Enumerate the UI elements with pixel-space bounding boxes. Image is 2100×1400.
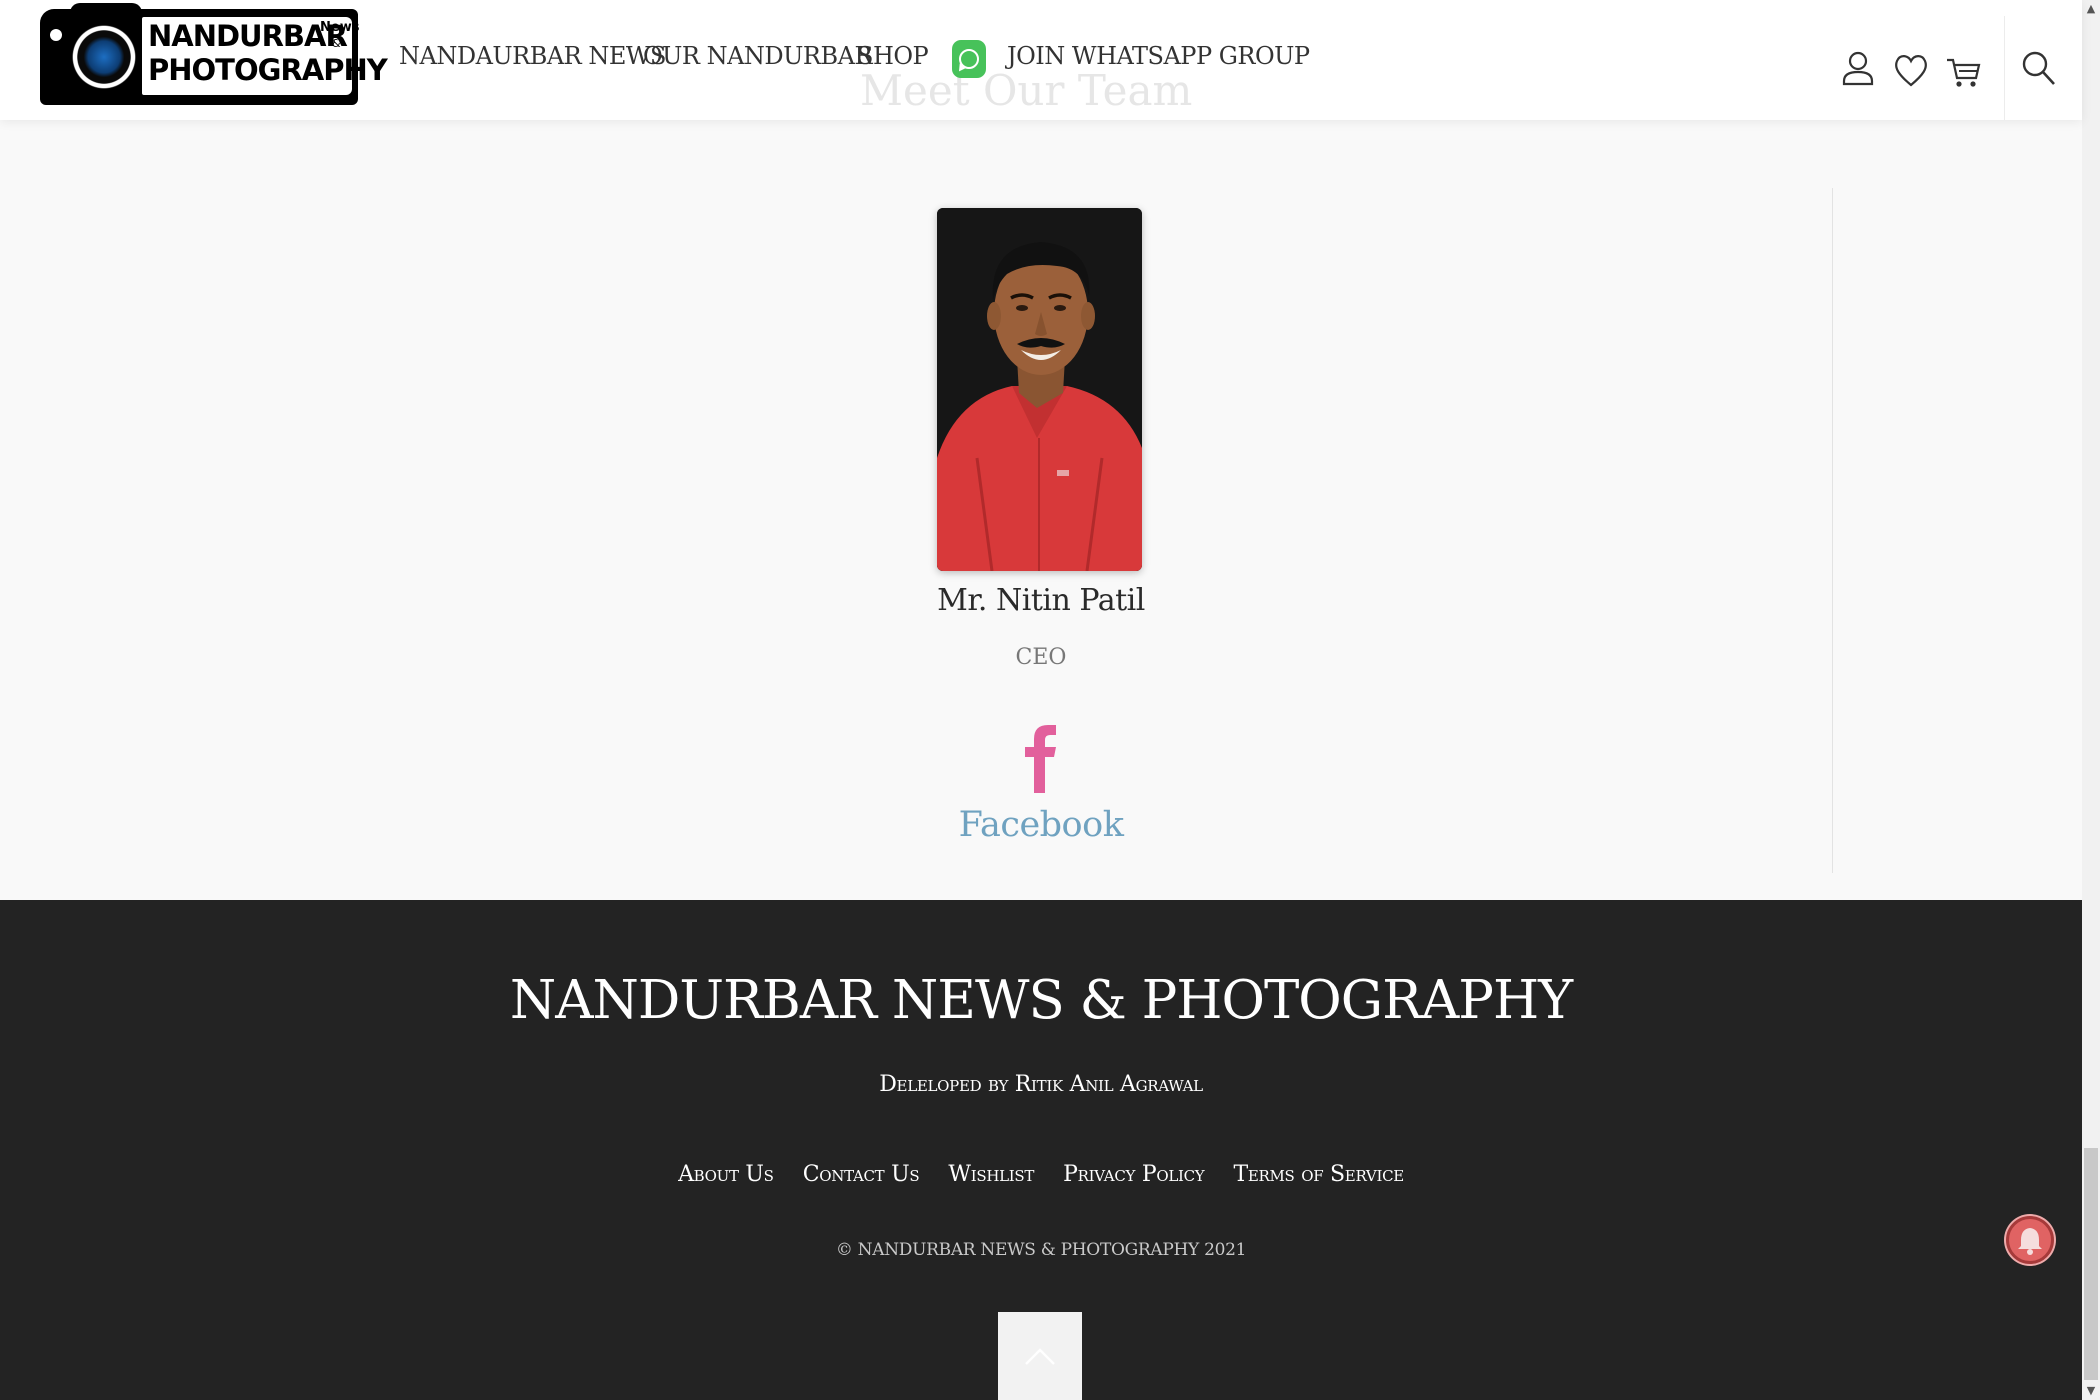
logo-news-tag: News	[320, 20, 360, 35]
footer-link-terms-of-service[interactable]: Terms of Service	[1233, 1162, 1404, 1187]
facebook-icon[interactable]	[1012, 723, 1068, 793]
site-logo[interactable]: NANDURBAR News & PHOTOGRAPHY	[40, 3, 388, 105]
nav-item-shop[interactable]: SHOP	[857, 42, 929, 70]
scroll-down-arrow-icon[interactable]: ▼	[2082, 1382, 2100, 1400]
chevron-up-icon	[1025, 1348, 1055, 1365]
footer-links: About Us Contact Us Wishlist Privacy Pol…	[0, 1162, 2082, 1187]
nav-item-nandurbar-news[interactable]: NANDAURBAR NEWS	[399, 42, 667, 70]
notification-bell-button[interactable]	[2006, 1216, 2054, 1264]
footer-link-about-us[interactable]: About Us	[678, 1162, 774, 1187]
member-role: CEO	[1015, 645, 1067, 670]
search-icon[interactable]	[2018, 48, 2058, 88]
heart-icon[interactable]	[1891, 50, 1931, 90]
scroll-up-arrow-icon[interactable]: ▲	[2082, 0, 2100, 18]
member-name: Mr. Nitin Patil	[937, 583, 1145, 618]
cart-icon[interactable]	[1944, 52, 1984, 92]
logo-line-2: PHOTOGRAPHY	[148, 53, 388, 87]
site-header: Meet Our Team NANDURBAR News & PHOTOGRAP…	[0, 0, 2082, 120]
back-to-top-button[interactable]	[998, 1312, 1082, 1400]
column-divider	[1832, 188, 1833, 873]
nav-item-our-nandurbar[interactable]: OUR NANDURBAR	[643, 42, 873, 70]
logo-wordmark: NANDURBAR News & PHOTOGRAPHY	[142, 17, 388, 95]
whatsapp-icon[interactable]	[952, 40, 986, 78]
header-divider	[2004, 16, 2005, 120]
facebook-link[interactable]: Facebook	[0, 805, 2082, 845]
footer-link-wishlist[interactable]: Wishlist	[948, 1162, 1034, 1187]
camera-lens-icon	[72, 25, 136, 89]
member-portrait-image	[937, 208, 1142, 571]
footer-copyright: © NANDURBAR NEWS & PHOTOGRAPHY 2021	[835, 1240, 1247, 1260]
user-icon[interactable]	[1838, 48, 1878, 88]
footer-developer-credit: Deleloped by Ritik Anil Agrawal	[879, 1072, 1203, 1097]
bell-icon	[2018, 1228, 2042, 1255]
logo-line-1: NANDURBAR	[148, 19, 348, 53]
member-photo	[937, 208, 1142, 571]
section-heading-behind-header: Meet Our Team	[860, 66, 1193, 115]
camera-top-shape	[70, 3, 142, 25]
site-footer: NANDURBAR NEWS & PHOTOGRAPHY Deleloped b…	[0, 900, 2082, 1400]
footer-link-contact-us[interactable]: Contact Us	[803, 1162, 920, 1187]
camera-flash-dot	[50, 29, 62, 41]
scrollbar-thumb[interactable]	[2084, 1148, 2098, 1380]
footer-title: NANDURBAR NEWS & PHOTOGRAPHY	[509, 970, 1573, 1031]
team-section: Mr. Nitin Patil CEO Facebook	[0, 163, 2082, 900]
logo-amp-tag: &	[332, 37, 341, 50]
nav-item-join-whatsapp-group[interactable]: JOIN WHATSAPP GROUP	[1007, 42, 1310, 70]
footer-link-privacy-policy[interactable]: Privacy Policy	[1063, 1162, 1205, 1187]
